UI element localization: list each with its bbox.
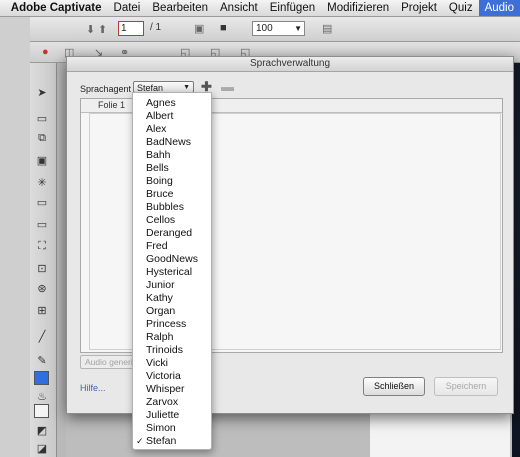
dropdown-option[interactable]: Ralph [133,331,211,344]
menu-projekt[interactable]: Projekt [395,0,443,16]
dropdown-option[interactable]: Kathy [133,292,211,305]
zoom-area-tool-icon[interactable]: ⛶ [34,239,50,253]
highlight-tool-icon[interactable]: ✳ [34,175,50,189]
dropdown-option[interactable]: Simon [133,422,211,435]
dropdown-option[interactable]: Whisper [133,383,211,396]
menu-ansicht[interactable]: Ansicht [214,0,264,16]
slide-number-input[interactable]: 1 [118,21,144,36]
remove-agent-button[interactable]: ▬ [221,79,234,94]
dropdown-option[interactable]: Juliette [133,409,211,422]
dropdown-option[interactable]: Alex [133,123,211,136]
image-tool-icon[interactable]: ▣ [34,153,50,167]
eyedropper-icon[interactable]: ✎ [34,353,50,367]
dropdown-option[interactable]: Bells [133,162,211,175]
menu-app-name[interactable]: Adobe Captivate [5,0,108,16]
menubar: Adobe Captivate Datei Bearbeiten Ansicht… [0,0,520,17]
rollover-tool-icon[interactable]: ⧉ [34,131,50,145]
dropdown-option[interactable]: Boing [133,175,211,188]
dropdown-option[interactable]: Agnes [133,97,211,110]
dropdown-option[interactable]: Victoria [133,370,211,383]
dropdown-option[interactable]: Trinoids [133,344,211,357]
magnifier-tool-icon[interactable]: ⊡ [34,261,50,275]
textentry-tool-icon[interactable]: ▭ [34,217,50,231]
help-link[interactable]: Hilfe... [80,383,106,393]
dropdown-option[interactable]: Albert [133,110,211,123]
button-tool-icon[interactable]: ▭ [34,195,50,209]
dialog-title: Sprachverwaltung [67,57,513,72]
menu-audio[interactable]: Audio [478,0,520,16]
fill-color-swatch[interactable] [34,404,49,418]
stage-area [370,412,510,457]
close-button[interactable]: Schließen [363,377,425,396]
desktop-edge [0,17,31,457]
dropdown-option-label: Stefan [146,435,177,447]
arrow-up-icon[interactable]: ⬆ [98,23,107,36]
dropdown-option[interactable]: Fred [133,240,211,253]
dropdown-option[interactable]: ✓ Stefan [133,435,211,448]
speech-agent-dropdown: Agnes Albert Alex BadNews Bahh Bells Boing Bruc… [132,92,212,450]
dropdown-option[interactable]: Bahh [133,149,211,162]
speech-agent-label: Sprachagent [80,84,132,94]
dropdown-option[interactable]: Organ [133,305,211,318]
save-button[interactable]: Speichern [434,377,498,396]
dropdown-option[interactable]: Vicki [133,357,211,370]
checkmark-icon: ✓ [136,436,144,446]
slide-total-label: / 1 [150,22,162,33]
dropdown-option[interactable]: Hysterical [133,266,211,279]
dropdown-option[interactable]: BadNews [133,136,211,149]
dropdown-option[interactable]: Zarvox [133,396,211,409]
zoom-value: 100 [256,23,273,34]
menu-modifizieren[interactable]: Modifizieren [321,0,395,16]
dropdown-option[interactable]: Junior [133,279,211,292]
dropdown-option[interactable]: GoodNews [133,253,211,266]
dropdown-option[interactable]: Cellos [133,214,211,227]
monitor-icon[interactable]: ▣ [194,22,204,35]
dropdown-option[interactable]: Bubbles [133,201,211,214]
dropdown-option[interactable]: Bruce [133,188,211,201]
column-header-slide[interactable]: Folie 1 [98,100,125,110]
arrow-down-icon[interactable]: ⬇ [86,23,95,36]
dropdown-option[interactable]: Deranged [133,227,211,240]
menu-einfuegen[interactable]: Einfügen [264,0,321,16]
record-icon[interactable]: ● [42,46,49,58]
menu-quiz[interactable]: Quiz [443,0,479,16]
caption-tool-icon[interactable]: ▭ [34,111,50,125]
widget-tool-icon[interactable]: ⊞ [34,303,50,317]
dropdown-option[interactable]: Princess [133,318,211,331]
chevron-down-icon: ▼ [294,24,302,33]
main-toolbar: ⬇ ⬆ 1 / 1 ▣ ■ 100 ▼ ▤ [30,17,520,42]
swap-colors-icon[interactable]: ◩ [34,423,50,437]
fill-bucket-icon[interactable]: ♨ [34,389,50,403]
mouse-tool-icon[interactable]: ⊛ [34,281,50,295]
default-colors-icon[interactable]: ◪ [34,441,50,455]
zoom-select[interactable]: 100 ▼ [252,21,305,36]
line-tool-icon[interactable]: ╱ [34,329,50,343]
camera-icon[interactable]: ■ [220,22,227,34]
selection-tool-icon[interactable]: ➤ [34,85,50,99]
panel-icon[interactable]: ▤ [322,22,332,35]
stroke-color-swatch[interactable] [34,371,49,385]
tools-panel: ➤ ▭ ⧉ ▣ ✳ ▭ ▭ ⛶ ⊡ ⊛ ⊞ ╱ ✎ ♨ ◩ ◪ [30,63,57,457]
menu-bearbeiten[interactable]: Bearbeiten [146,0,214,16]
menu-datei[interactable]: Datei [108,0,147,16]
